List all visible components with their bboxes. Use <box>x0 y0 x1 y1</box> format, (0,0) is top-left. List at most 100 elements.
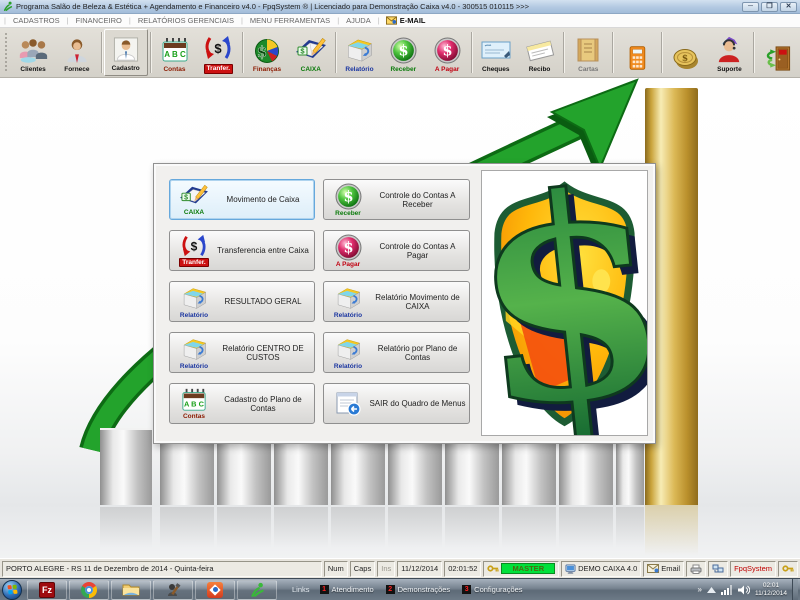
toolbar-button-suporte[interactable]: Suporte <box>708 29 752 76</box>
clock-time: 02:01 <box>762 581 780 589</box>
button-badge: Receber <box>335 209 361 217</box>
window-titlebar[interactable]: Programa Salão de Beleza & Estética + Ag… <box>0 0 800 14</box>
button-label: Transferencia entre Caixa <box>217 246 309 255</box>
status-system-name: DEMO CAIXA 4.0 <box>578 564 638 573</box>
taskbar-app-chrome[interactable] <box>69 579 109 600</box>
toolbar-label: Tranfer. <box>203 64 234 74</box>
status-email[interactable]: Email <box>643 560 685 577</box>
toolbar-button-cheques[interactable]: Cheques <box>474 29 518 76</box>
report-icon: Relatório <box>327 285 369 319</box>
minimize-button[interactable]: ─ <box>742 1 759 12</box>
close-button[interactable]: ✕ <box>780 1 797 12</box>
main-area: $ CAIXA Movimento de Caixa $ Receber Con… <box>0 78 800 558</box>
svg-text:$: $ <box>257 43 267 61</box>
toolbar-button-calculadora[interactable] <box>615 29 659 76</box>
link-demonstracoes[interactable]: 2 Demonstrações <box>385 585 450 594</box>
taskbar-app-filezilla[interactable]: Fz <box>27 579 67 600</box>
toolbar-button-transferencia[interactable]: $ Tranfer. <box>196 29 240 76</box>
filezilla-icon: Fz <box>39 581 55 598</box>
taskbar-app-editor[interactable] <box>153 579 193 600</box>
window-title: Programa Salão de Beleza & Estética + Ag… <box>16 2 530 11</box>
toolbar-label: Receber <box>390 66 417 73</box>
toolbar-button-cadastro[interactable]: Cadastro <box>103 29 148 76</box>
start-button[interactable] <box>2 579 22 600</box>
menu-item-cadastros[interactable]: CADASTROS <box>6 16 67 25</box>
show-hidden-icons-chevron[interactable] <box>706 586 716 593</box>
menu-item-ajuda[interactable]: AJUDA <box>339 16 378 25</box>
restore-button[interactable]: ❐ <box>761 1 778 12</box>
menu-item-email[interactable]: E-MAIL <box>380 16 432 25</box>
toolbar-button-recibo[interactable]: Recibo <box>518 29 562 76</box>
report-icon: Relatório <box>173 285 215 319</box>
menu-item-financeiro[interactable]: FINANCEIRO <box>69 16 129 25</box>
taskbar-app-fpqsystem[interactable] <box>237 579 277 600</box>
button-label: SAIR do Quadro de Menus <box>369 399 466 408</box>
show-desktop-button[interactable] <box>792 578 798 600</box>
toolbar-button-receber[interactable]: $ Receber <box>381 29 425 76</box>
button-badge: Tranfer. <box>179 258 209 267</box>
svg-text:$: $ <box>482 171 647 435</box>
toolbar-button-caixa[interactable]: $ CAIXA <box>289 29 333 76</box>
toolbar-label: Contas <box>163 66 186 73</box>
menu-item-relatorios[interactable]: RELATÓRIOS GERENCIAIS <box>131 16 241 25</box>
toolbar-button-cartas[interactable]: Cartas <box>566 29 610 76</box>
taskbar-app-photo-viewer[interactable] <box>195 579 235 600</box>
dialog-button-movimento-caixa[interactable]: $ CAIXA Movimento de Caixa <box>169 179 315 220</box>
network-signal-icon[interactable] <box>720 584 733 595</box>
toolbar-button-clientes[interactable]: Clientes <box>11 29 55 76</box>
toolbar-button-contas[interactable]: A B C Contas <box>153 29 197 76</box>
toolbar-overflow-chevron[interactable]: » <box>697 585 701 594</box>
dialog-button-transferencia[interactable]: $ Tranfer. Transferencia entre Caixa <box>169 230 315 271</box>
toolbar-separator <box>753 32 755 73</box>
key-icon <box>782 565 794 572</box>
link-label: Atendimento <box>331 585 374 594</box>
support-icon <box>715 34 743 66</box>
receive-dollar-icon: $ <box>390 34 417 66</box>
receive-dollar-icon: $ Receber <box>327 183 369 217</box>
statusbar: PORTO ALEGRE - RS 11 de Dezembro de 2014… <box>0 558 800 578</box>
toolbar-button-apagar[interactable]: $ A Pagar <box>425 29 469 76</box>
toolbar: Clientes Fornece Cadastro A B C Contas $ <box>0 28 800 78</box>
status-insert: Ins <box>377 560 396 577</box>
svg-text:A B C: A B C <box>164 50 186 59</box>
status-location-text: PORTO ALEGRE - RS 11 de Dezembro de 2014… <box>6 564 214 573</box>
toolbar-separator <box>660 32 662 73</box>
status-user: MASTER <box>483 560 560 577</box>
button-badge: CAIXA <box>183 209 205 216</box>
menu-item-ferramentas[interactable]: MENU FERRAMENTAS <box>243 16 337 25</box>
dialog-button-cadastro-plano-contas[interactable]: A B C Contas Cadastro do Plano de Contas <box>169 383 315 424</box>
dialog-button-contas-a-pagar[interactable]: $ A Pagar Controle do Contas A Pagar <box>323 230 470 271</box>
toolbar-label: Cadastro <box>111 65 140 72</box>
button-badge: Relatório <box>333 311 363 319</box>
volume-icon[interactable] <box>737 585 750 595</box>
dialog-button-contas-a-receber[interactable]: $ Receber Controle do Contas A Receber <box>323 179 470 220</box>
email-icon <box>385 16 397 25</box>
taskbar-clock[interactable]: 02:01 11/12/2014 <box>755 582 787 598</box>
dialog-button-rel-plano-contas[interactable]: Relatório Relatório por Plano de Contas <box>323 332 470 373</box>
application-window: Programa Salão de Beleza & Estética + Ag… <box>0 0 800 600</box>
toolbar-grip[interactable] <box>4 32 10 73</box>
network-icon <box>712 564 724 572</box>
menubar: | CADASTROS | FINANCEIRO | RELATÓRIOS GE… <box>0 14 800 28</box>
button-badge: Relatório <box>333 362 363 370</box>
menu-email-label: E-MAIL <box>399 16 426 25</box>
toolbar-button-moeda[interactable]: $ <box>664 29 708 76</box>
status-network[interactable] <box>708 560 729 577</box>
dialog-button-resultado-geral[interactable]: Relatório RESULTADO GERAL <box>169 281 315 322</box>
toolbar-button-sair[interactable] <box>756 29 800 76</box>
button-label: Movimento de Caixa <box>226 195 300 204</box>
status-printer[interactable] <box>686 560 707 577</box>
dialog-button-sair-menus[interactable]: SAIR do Quadro de Menus <box>323 383 470 424</box>
link-atendimento[interactable]: 1 Atendimento <box>319 585 374 594</box>
toolbar-button-financas[interactable]: $ Finanças <box>245 29 289 76</box>
cheques-icon <box>480 34 512 66</box>
cashbook-icon: $ <box>294 34 328 66</box>
dialog-button-rel-centro-custos[interactable]: Relatório Relatório CENTRO DE CUSTOS <box>169 332 315 373</box>
link-label: Configurações <box>474 585 523 594</box>
taskbar-app-explorer[interactable] <box>111 579 151 600</box>
link-configuracoes[interactable]: 3 Configurações <box>462 585 523 594</box>
toolbar-button-fornecedor[interactable]: Fornece <box>55 29 99 76</box>
toolbar-button-relatorio[interactable]: Relatório <box>338 29 382 76</box>
toolbar-label: Cheques <box>482 66 510 73</box>
dialog-button-rel-movimento-caixa[interactable]: Relatório Relatório Movimento de CAIXA <box>323 281 470 322</box>
